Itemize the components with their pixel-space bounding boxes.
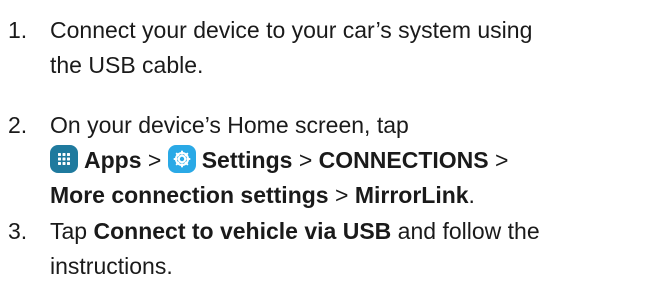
settings-gear-icon: [167, 145, 196, 173]
step-suffix: and follow the: [391, 218, 540, 244]
step-line: the USB cable.: [50, 52, 204, 78]
separator: >: [328, 182, 355, 208]
connect-to-vehicle-label: Connect to vehicle via USB: [93, 218, 392, 244]
step-line: instructions.: [50, 253, 173, 279]
step-text: Connect your device to your car’s system…: [50, 13, 650, 83]
period: .: [468, 182, 475, 208]
step-prefix: Tap: [50, 218, 94, 244]
separator: >: [292, 147, 319, 173]
step-text: Tap Connect to vehicle via USB and follo…: [50, 214, 650, 284]
separator: >: [488, 147, 509, 173]
step-line: More connection settings > MirrorLink.: [50, 178, 650, 213]
step-line: On your device’s Home screen, tap: [50, 112, 409, 138]
step-line: Tap Connect to vehicle via USB and follo…: [50, 214, 650, 249]
step-number: 3.: [8, 218, 28, 244]
step-text: On your device’s Home screen, tap Apps >…: [50, 108, 650, 213]
step-line: Apps > Settings > CONNECTIONS >: [50, 143, 650, 178]
apps-label: Apps: [84, 147, 142, 173]
step-number: 2.: [8, 112, 28, 138]
step-line: Connect your device to your car’s system…: [50, 17, 533, 43]
step-number: 1.: [8, 17, 28, 43]
mirrorlink-label: MirrorLink: [354, 182, 469, 208]
settings-label: Settings: [201, 147, 293, 173]
more-connection-settings-label: More connection settings: [50, 182, 329, 208]
apps-grid-icon: [50, 145, 78, 173]
connections-label: CONNECTIONS: [318, 147, 489, 173]
separator: >: [141, 147, 168, 173]
